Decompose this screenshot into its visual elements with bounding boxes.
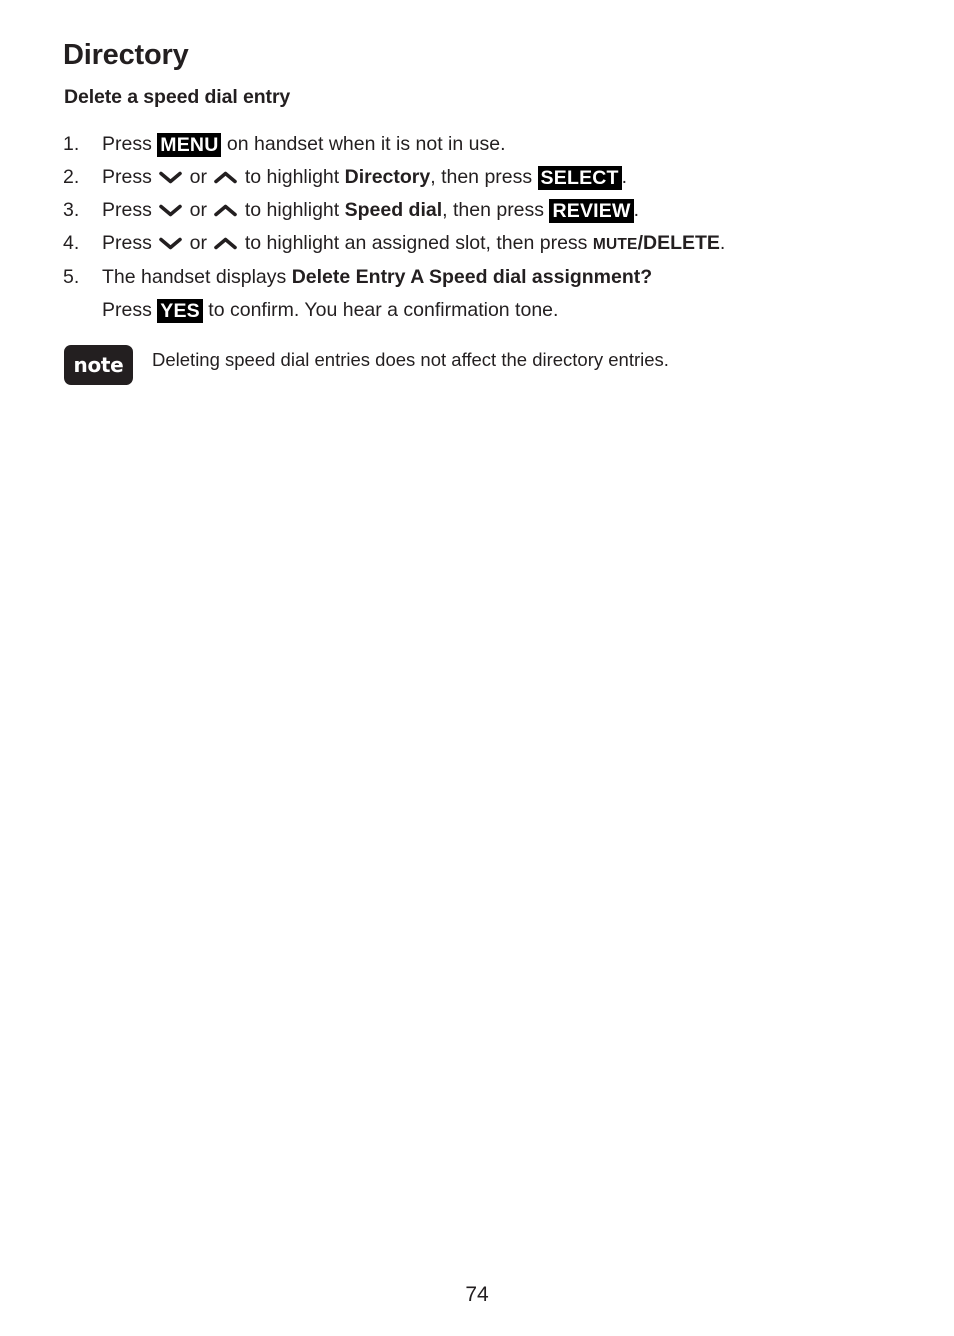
step-text: or — [184, 199, 213, 221]
emphasis-text: Delete Entry A Speed dial assignment? — [291, 266, 653, 288]
step-text: Press — [102, 166, 158, 188]
emphasis-text: Speed dial — [344, 199, 443, 221]
step-number: 3. — [63, 199, 80, 221]
hardkey-label-delete: /DELETE — [637, 232, 720, 254]
chevron-up-icon — [214, 236, 238, 250]
note-badge: note — [64, 345, 133, 385]
chevron-down-icon — [159, 170, 183, 184]
document-page: Directory Delete a speed dial entry 1. Pr… — [0, 0, 954, 1336]
hardkey-label-mute: MUTE — [592, 236, 638, 253]
softkey-label-menu: MENU — [157, 133, 222, 157]
step-number: 5. — [63, 266, 80, 288]
page-title: Delete a speed dial entry — [64, 86, 291, 108]
step-text: or — [184, 232, 213, 254]
chevron-up-icon — [214, 170, 238, 184]
step-text: Press — [102, 199, 158, 221]
chevron-down-icon — [159, 236, 183, 250]
step-number: 1. — [63, 133, 80, 155]
step-text: . — [621, 166, 628, 188]
step-text: to confirm. You hear a confirmation tone… — [202, 299, 559, 321]
step-number: 2. — [63, 166, 80, 188]
chapter-title: Directory — [63, 39, 189, 71]
step-text: , then press — [442, 199, 550, 221]
step-number: 4. — [63, 232, 80, 254]
softkey-label-review: REVIEW — [549, 199, 634, 223]
step-text: . — [633, 199, 639, 221]
list-item: 4. Press or to highlight an assigned slot… — [63, 227, 893, 261]
step-text: Press — [102, 299, 158, 321]
emphasis-text: Directory — [344, 166, 431, 188]
step-text: , then press — [430, 166, 538, 188]
step-line: Press YES to confirm. You hear a confirm… — [102, 294, 893, 327]
step-text: to highlight — [239, 199, 345, 221]
softkey-label-select: SELECT — [537, 166, 622, 190]
step-line: Press or to highlight Directory, then pr… — [102, 161, 893, 194]
chevron-down-icon — [159, 203, 183, 217]
step-text: on handset when it is not in use. — [221, 133, 506, 155]
step-line: Press MENU on handset when it is not in … — [102, 128, 893, 161]
step-text: . — [719, 232, 726, 254]
step-text: The handset displays — [102, 266, 292, 288]
note-text: Deleting speed dial entries does not aff… — [152, 349, 669, 370]
list-item: 1. Press MENU on handset when it is not i… — [63, 128, 893, 161]
list-item: 3. Press or to highlight Speed dial, then… — [63, 194, 893, 227]
step-line: Press or to highlight an assigned slot, … — [102, 227, 893, 261]
list-item: 2. Press or to highlight Directory, then … — [63, 161, 893, 194]
list-item: 5. The handset displays Delete Entry A Sp… — [63, 261, 893, 327]
step-line: The handset displays Delete Entry A Spee… — [102, 261, 893, 294]
step-line: Press or to highlight Speed dial, then p… — [102, 194, 893, 227]
chevron-up-icon — [214, 203, 238, 217]
page-number: 74 — [465, 1283, 489, 1306]
step-text: to highlight — [239, 166, 345, 188]
step-text: to highlight an assigned slot, then pres… — [239, 232, 593, 254]
step-text: Press — [102, 232, 158, 254]
step-text: or — [184, 166, 213, 188]
softkey-label-yes: YES — [157, 299, 203, 323]
instruction-step-list: 1. Press MENU on handset when it is not i… — [63, 128, 893, 327]
step-text: Press — [102, 133, 158, 155]
